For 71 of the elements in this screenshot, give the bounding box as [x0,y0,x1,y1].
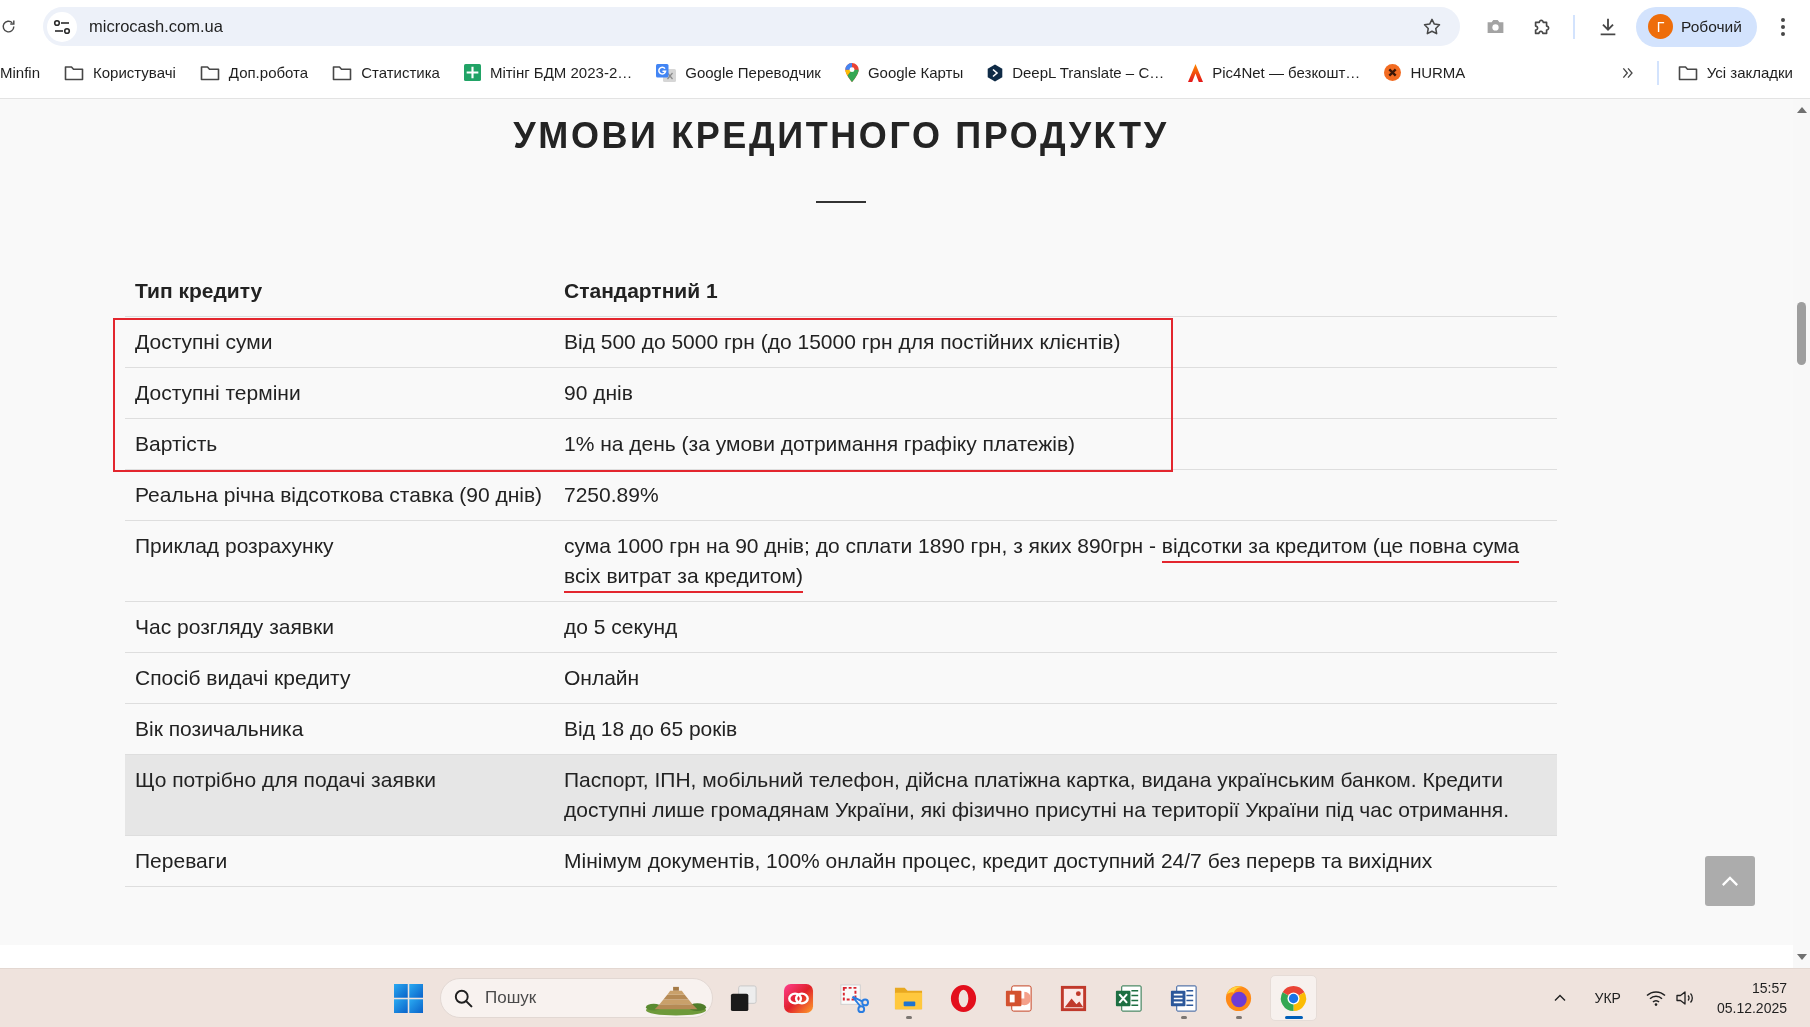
peak-icon [1188,63,1204,82]
table-cell-text: Паспорт, ІПН, мобільний телефон, дійсна платіжна картка, видана українським банком. Кредити доступні лише громадянам України, які фізично присутні на території України під час отримання. [563,767,1511,823]
table-cell-text: Доступні терміни [134,380,302,406]
hexagon-icon [987,63,1004,82]
table-cell-text: Онлайн [563,665,641,691]
table-cell-text: Від 18 до 65 років [563,716,739,742]
bookmark-folder[interactable]: Користувачі [52,64,188,81]
bookmark-link[interactable]: Pic4Net — безкошт… [1176,63,1373,82]
menu-icon[interactable] [1781,17,1785,36]
presentation-icon [1003,982,1034,1014]
bookmark-folder[interactable]: Усі закладки [1665,64,1810,81]
chevron-up-icon [1721,875,1739,887]
search-icon [453,987,474,1009]
table-cell-text: Вік позичальника [134,716,305,742]
address-bar[interactable]: microcash.com.ua [43,7,1460,46]
column-header: Стандартний 1 [563,278,719,304]
table-cell-text: Реальна річна відсоткова ставка (90 днів) [134,482,544,508]
bookmark-folder[interactable]: Доп.робота [187,64,321,81]
map-pin-icon [844,63,859,82]
bookmark-link[interactable]: Google Переводчик [644,63,833,82]
folder-icon [199,64,220,81]
bookmark-link[interactable]: Мітінг БДМ 2023-2… [451,64,645,81]
ring-icon [948,982,979,1014]
bookmark-link[interactable]: HURMA [1372,64,1478,81]
table-cell-text: до 5 секунд [563,614,679,640]
table-cell-text: Час розгляду заявки [134,614,335,640]
speaker-icon[interactable] [1674,990,1695,1006]
table-cell-text: Доступні суми [134,329,274,355]
folder-icon [1677,64,1698,81]
table-cell-text: Від 500 до 5000 грн (до 15000 грн для постійних клієнтів) [563,329,1122,355]
column-header: Тип кредиту [134,278,264,304]
swirl-square-icon [783,982,814,1014]
cross-circle-icon [1384,64,1402,81]
reload-icon[interactable] [0,18,17,35]
table-cell-text: 90 днів [563,380,634,406]
translate-icon [656,63,677,82]
bookmark-folder[interactable]: Статистика [320,64,452,81]
url-field[interactable]: microcash.com.ua [89,17,1422,36]
profile-avatar: Г [1648,14,1673,39]
bookmark-link[interactable]: Google Карты [832,63,976,82]
scissors-icon [838,982,869,1014]
table-cell-text: Вартість [134,431,219,457]
search-field[interactable]: Пошук [485,988,645,1008]
profile-button[interactable]: Г Робочий [1636,6,1757,47]
table-cell-text: Приклад розрахунку [134,533,335,559]
page-title: УМОВИ КРЕДИТНОГО ПРОДУКТУ [513,114,1169,158]
sliders-icon[interactable] [47,11,77,42]
table-cell-text: Переваги [134,848,229,874]
folder-icon [332,64,353,81]
wifi-icon[interactable] [1645,990,1666,1006]
spreadsheet-icon [1113,982,1144,1014]
table-cell-text: Що потрібно для подачі заявки [134,767,437,793]
bookmark-link[interactable]: DeepL Translate – C… [975,63,1177,82]
overlapping-squares-icon [728,982,759,1014]
scroll-up-icon[interactable] [1796,107,1807,113]
bookmark-link[interactable]: Minfin [0,64,52,81]
folder-icon [64,64,84,81]
table-cell-text: Мінімум документів, 100% онлайн процес, кредит доступний 24/7 без перерв та вихідних [563,848,1434,874]
table-cell: сума 1000 грн на 90 днів; до сплати 1890 грн, з яких 890грн - відсотки за кредитом (це повна сума всіх витрат за кредитом) [554,521,1557,601]
table-cell-text: 1% на день (за умови дотримання графіку платежів) [563,431,1077,457]
four-squares-icon[interactable] [394,983,423,1013]
table-cell-text: Спосіб видачі кредиту [134,665,352,691]
scrollbar-thumb[interactable] [1797,302,1806,365]
plus-square-icon [463,64,481,81]
search-bar[interactable]: Пошук [440,978,713,1018]
language-indicator[interactable]: УКР [1594,990,1621,1006]
scroll-down-icon[interactable] [1796,954,1807,960]
star-icon[interactable] [1422,16,1442,37]
table-cell-text: 7250.89% [563,482,660,508]
clock[interactable]: 15:57 05.12.2025 [1716,978,1787,1018]
document-icon [1168,982,1199,1014]
